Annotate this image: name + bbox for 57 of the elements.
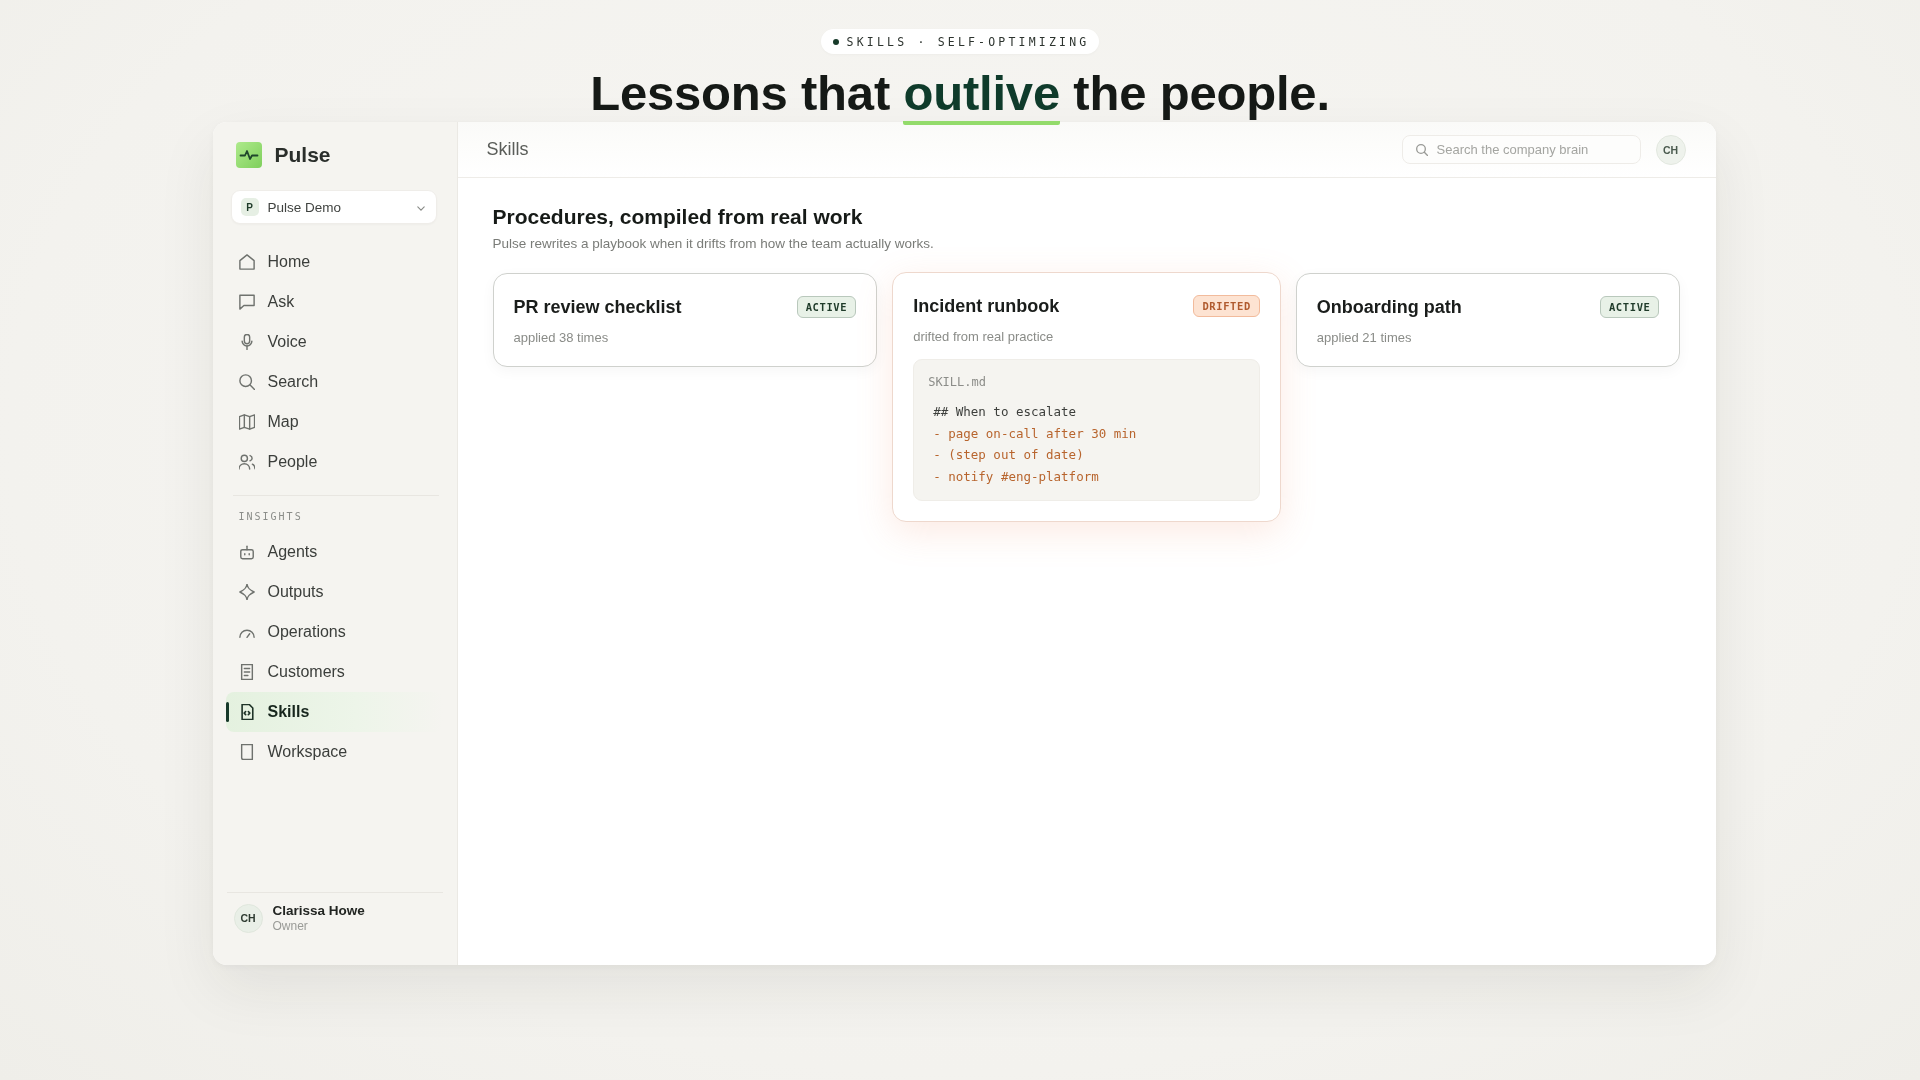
page-title: Skills [486,139,529,160]
workspace-selector[interactable]: P Pulse Demo [230,190,437,224]
skill-card[interactable]: Onboarding path ACTIVE applied 21 times [1295,273,1681,367]
nav-item[interactable]: Outputs [225,572,443,612]
people-icon [238,454,255,470]
workspace-avatar: P [240,198,259,216]
code-file-icon [238,704,255,720]
user-name: Clarissa Howe [272,903,365,919]
card-meta: applied 21 times [1316,329,1413,346]
section-subtitle: Pulse rewrites a playbook when it drifts from how the team actually works. [492,235,935,253]
code-line: ## When to escalate [933,403,1078,421]
nav-item[interactable]: Search [225,362,443,402]
card-meta: drifted from real practice [913,328,1055,345]
document-icon [238,664,255,680]
nav-item[interactable]: Voice [225,322,443,362]
status-badge: DRIFTED [1193,295,1260,317]
search-field[interactable]: Search the company brain [1401,135,1641,164]
robot-icon [238,544,255,560]
status-badge: ACTIVE [796,296,857,318]
nav-item[interactable]: People [225,442,443,482]
code-line: - page on-call after 30 min [933,424,1138,443]
brand-name: Pulse [274,142,331,168]
card-meta: applied 38 times [513,329,610,346]
code-line: - notify #eng-platform [933,467,1100,486]
dot-icon [832,38,839,45]
search-icon [238,374,255,390]
search-icon [1415,143,1428,156]
code-line: - (step out of date) [933,446,1085,464]
nav-item[interactable]: Customers [225,652,443,692]
nav-item[interactable]: Map [225,402,443,442]
microphone-icon [238,334,255,350]
sparkle-icon [238,584,255,600]
headline: Lessons that outlive the people. [590,67,1330,125]
chevron-down-icon [416,206,425,211]
card-title: Onboarding path [1316,296,1462,319]
home-icon [238,254,255,270]
nav-item[interactable]: Ask [225,282,443,322]
skill-card[interactable]: PR review checklist ACTIVE applied 38 times [492,273,878,367]
map-icon [238,414,255,430]
nav-item[interactable]: Workspace [225,732,443,772]
nav-item[interactable]: Home [225,242,443,282]
heartbeat-icon [235,142,262,168]
status-badge: ACTIVE [1599,296,1660,318]
user-role: Owner [272,919,308,933]
nav-item[interactable]: Agents [225,532,443,572]
user-avatar: CH [233,903,263,933]
card-title: Incident runbook [913,295,1060,318]
nav-item[interactable]: Operations [225,612,443,652]
file-name: SKILL.md [928,374,987,390]
card-title: PR review checklist [513,296,682,319]
section-title: Procedures, compiled from real work [492,204,864,230]
chat-bubble-icon [238,294,255,310]
eyebrow-label: SKILLS · SELF-OPTIMIZING [846,34,1090,49]
section-heading: INSIGHTS [238,510,303,524]
skill-card[interactable]: Incident runbook DRIFTED drifted from real practice SKILL.md ## When to escalate - page on-call after 30 min - (step out of date) - notify #eng-platform [892,272,1281,522]
user-avatar[interactable]: CH [1655,134,1686,165]
notebook-icon [238,744,255,760]
